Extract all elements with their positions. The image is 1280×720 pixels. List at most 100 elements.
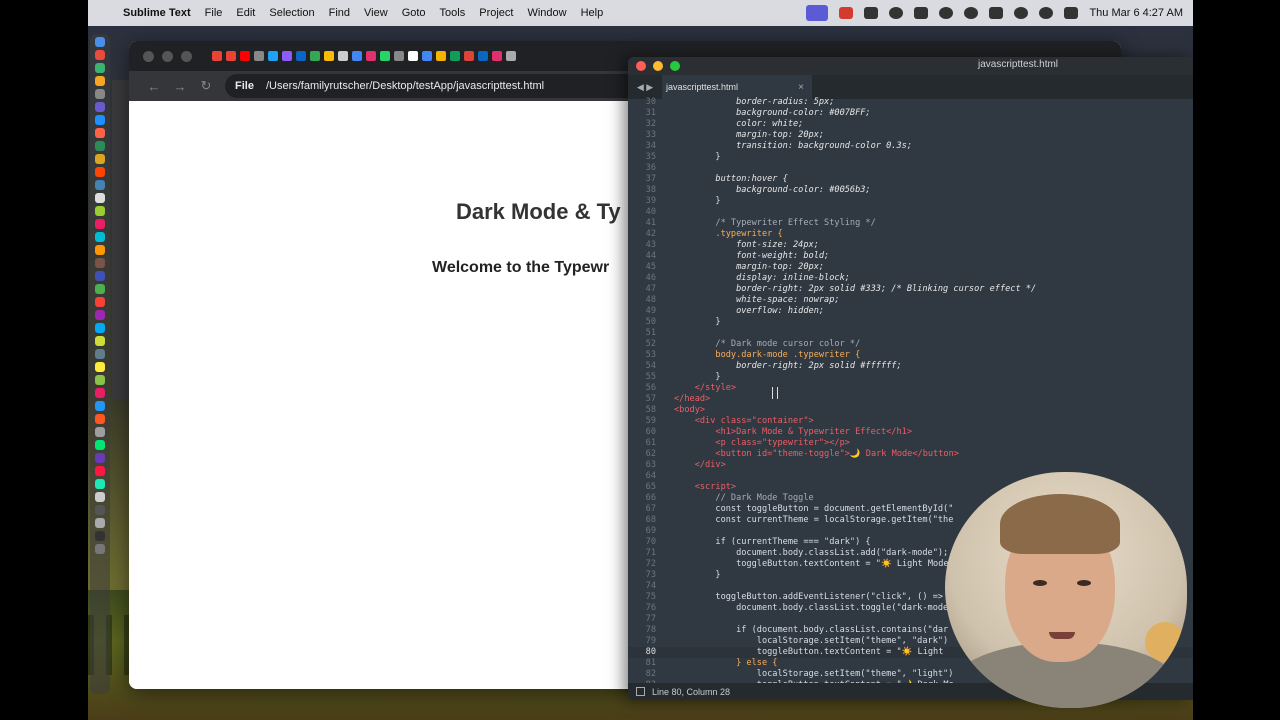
file-chip[interactable]: File — [235, 80, 254, 92]
dock-app-icon[interactable] — [95, 544, 105, 554]
dock-app-icon[interactable] — [95, 89, 105, 99]
tab-favicon[interactable] — [268, 51, 278, 61]
dock-app-icon[interactable] — [95, 271, 105, 281]
code-line[interactable]: 35 } — [628, 152, 1193, 163]
tab-favicon[interactable] — [464, 51, 474, 61]
minimize-window-icon[interactable] — [653, 61, 663, 71]
code-line[interactable]: 40 — [628, 207, 1193, 218]
menu-app-name[interactable]: Sublime Text — [123, 7, 191, 19]
code-line[interactable]: 41 /* Typewriter Effect Styling */ — [628, 218, 1193, 229]
dock-app-icon[interactable] — [95, 427, 105, 437]
dock-app-icon[interactable] — [95, 258, 105, 268]
control-center-icon[interactable] — [1064, 7, 1079, 19]
code-line[interactable]: 60 <h1>Dark Mode & Typewriter Effect</h1… — [628, 427, 1193, 438]
tab-favicon[interactable] — [422, 51, 432, 61]
tab-favicon[interactable] — [394, 51, 404, 61]
tab-favicon[interactable] — [310, 51, 320, 61]
dock-app-icon[interactable] — [95, 375, 105, 385]
dock-app-icon[interactable] — [95, 453, 105, 463]
code-line[interactable]: 43 font-size: 24px; — [628, 240, 1193, 251]
code-line[interactable]: 53 body.dark-mode .typewriter { — [628, 350, 1193, 361]
dock-app-icon[interactable] — [95, 63, 105, 73]
code-line[interactable]: 39 } — [628, 196, 1193, 207]
code-line[interactable]: 51 — [628, 328, 1193, 339]
dock-app-icon[interactable] — [95, 115, 105, 125]
dock-app-icon[interactable] — [95, 336, 105, 346]
tab-favicon[interactable] — [282, 51, 292, 61]
dock-app-icon[interactable] — [95, 245, 105, 255]
vpn-icon[interactable] — [889, 7, 904, 19]
maximize-window-icon[interactable] — [181, 50, 192, 62]
code-line[interactable]: 63 </div> — [628, 460, 1193, 471]
code-line[interactable]: 55 } — [628, 372, 1193, 383]
code-line[interactable]: 32 color: white; — [628, 119, 1193, 130]
dock-app-icon[interactable] — [95, 349, 105, 359]
search-icon[interactable] — [1039, 7, 1054, 19]
code-line[interactable]: 49 overflow: hidden; — [628, 306, 1193, 317]
back-icon[interactable]: ← — [141, 79, 167, 94]
dock-app-icon[interactable] — [95, 37, 105, 47]
code-line[interactable]: 58 <body> — [628, 405, 1193, 416]
image-icon[interactable] — [914, 7, 929, 19]
tab-favicon[interactable] — [478, 51, 488, 61]
code-line[interactable]: 33 margin-top: 20px; — [628, 130, 1193, 141]
code-line[interactable]: 56 </style> — [628, 383, 1193, 394]
dock-app-icon[interactable] — [95, 440, 105, 450]
code-line[interactable]: 46 display: inline-block; — [628, 273, 1193, 284]
menu-edit[interactable]: Edit — [236, 7, 255, 19]
code-line[interactable]: 62 <button id="theme-toggle">🌙 Dark Mode… — [628, 449, 1193, 460]
dock-app-icon[interactable] — [95, 284, 105, 294]
tab-favicon[interactable] — [436, 51, 446, 61]
dock-app-icon[interactable] — [95, 232, 105, 242]
tab-favicon[interactable] — [254, 51, 264, 61]
tab-favicon[interactable] — [450, 51, 460, 61]
code-line[interactable]: 54 border-right: 2px solid #ffffff; — [628, 361, 1193, 372]
dock-app-icon[interactable] — [95, 76, 105, 86]
dock-app-icon[interactable] — [95, 219, 105, 229]
upwork-icon[interactable] — [939, 7, 954, 19]
dock-app-icon[interactable] — [95, 362, 105, 372]
dock-app-icon[interactable] — [95, 401, 105, 411]
menu-goto[interactable]: Goto — [402, 7, 426, 19]
tab-favicon[interactable] — [240, 51, 250, 61]
dock-app-icon[interactable] — [95, 141, 105, 151]
code-line[interactable]: 34 transition: background-color 0.3s; — [628, 141, 1193, 152]
panel-toggle-icon[interactable] — [636, 687, 645, 696]
tab-favicon[interactable] — [226, 51, 236, 61]
tab-favicon[interactable] — [324, 51, 334, 61]
code-line[interactable]: 59 <div class="container"> — [628, 416, 1193, 427]
dock-app-icon[interactable] — [95, 167, 105, 177]
menu-window[interactable]: Window — [527, 7, 566, 19]
tab-favicon[interactable] — [296, 51, 306, 61]
close-window-icon[interactable] — [143, 50, 154, 62]
menu-tools[interactable]: Tools — [440, 7, 466, 19]
tab-favicon[interactable] — [492, 51, 502, 61]
code-line[interactable]: 44 font-weight: bold; — [628, 251, 1193, 262]
code-line[interactable]: 47 border-right: 2px solid #333; /* Blin… — [628, 284, 1193, 295]
app-s-icon[interactable] — [839, 7, 854, 19]
dock-app-icon[interactable] — [95, 492, 105, 502]
code-line[interactable]: 36 — [628, 163, 1193, 174]
dock-app-icon[interactable] — [95, 297, 105, 307]
dock-app-icon[interactable] — [95, 310, 105, 320]
minimize-window-icon[interactable] — [162, 50, 173, 62]
close-tab-icon[interactable]: × — [798, 82, 804, 93]
code-line[interactable]: 61 <p class="typewriter"></p> — [628, 438, 1193, 449]
menu-view[interactable]: View — [364, 7, 388, 19]
dock-app-icon[interactable] — [95, 323, 105, 333]
play-icon[interactable] — [964, 7, 979, 19]
dock-app-icon[interactable] — [95, 102, 105, 112]
menu-clock[interactable]: Thu Mar 6 4:27 AM — [1089, 7, 1183, 19]
screen-record-icon[interactable] — [806, 5, 829, 21]
code-line[interactable]: 31 background-color: #007BFF; — [628, 108, 1193, 119]
dock-app-icon[interactable] — [95, 180, 105, 190]
code-line[interactable]: 50 } — [628, 317, 1193, 328]
code-line[interactable]: 48 white-space: nowrap; — [628, 295, 1193, 306]
tab-nav-arrows-icon[interactable]: ◀ ▶ — [628, 82, 662, 93]
tab-favicon[interactable] — [408, 51, 418, 61]
code-line[interactable]: 37 button:hover { — [628, 174, 1193, 185]
code-line[interactable]: 57 </head> — [628, 394, 1193, 405]
tab-favicon[interactable] — [352, 51, 362, 61]
menu-help[interactable]: Help — [581, 7, 604, 19]
code-line[interactable]: 52 /* Dark mode cursor color */ — [628, 339, 1193, 350]
